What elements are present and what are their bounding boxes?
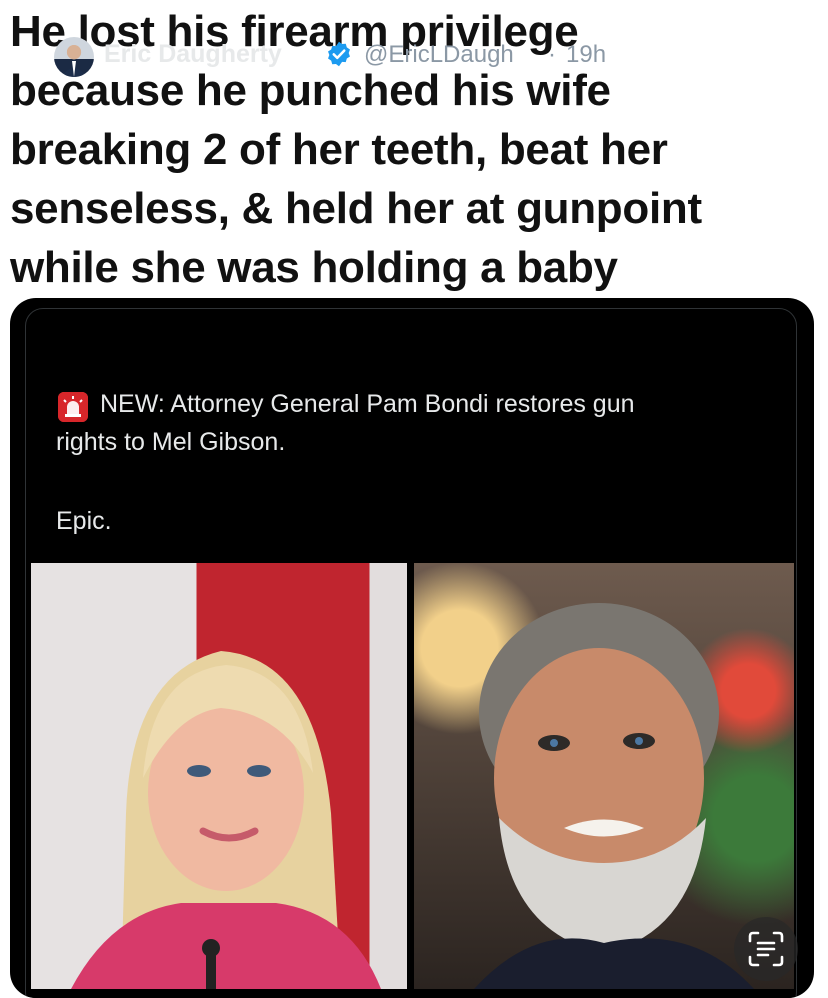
- author-avatar[interactable]: [54, 37, 94, 77]
- avatar-person-icon: [61, 45, 87, 77]
- author-name[interactable]: Eric Daugherty: [104, 40, 282, 69]
- text-scan-button[interactable]: [734, 917, 798, 981]
- tweet-text-line: NEW: Attorney General Pam Bondi restores…: [100, 390, 635, 418]
- tweet-text-line: Epic.: [56, 507, 112, 535]
- tweet-text-line: rights to Mel Gibson.: [56, 428, 286, 456]
- caption-line: senseless, & held her at gunpoint: [10, 184, 702, 233]
- text-scan-icon: [748, 931, 784, 967]
- meta-separator: ·: [548, 41, 556, 68]
- caption-line: because he punched his wife: [10, 66, 611, 115]
- tweet-timestamp[interactable]: 19h: [566, 41, 606, 69]
- tweet-photo-right[interactable]: [414, 563, 794, 989]
- verified-badge-icon: [328, 41, 350, 67]
- caption-line: while she was holding a baby: [10, 243, 618, 292]
- siren-icon: [58, 392, 88, 422]
- man-portrait-image: [474, 603, 754, 989]
- caption-line: breaking 2 of her teeth, beat her: [10, 125, 668, 174]
- author-handle[interactable]: @EricLDaugh: [364, 41, 514, 69]
- tweet-photo-left[interactable]: [31, 563, 407, 989]
- woman-portrait-image: [71, 651, 381, 989]
